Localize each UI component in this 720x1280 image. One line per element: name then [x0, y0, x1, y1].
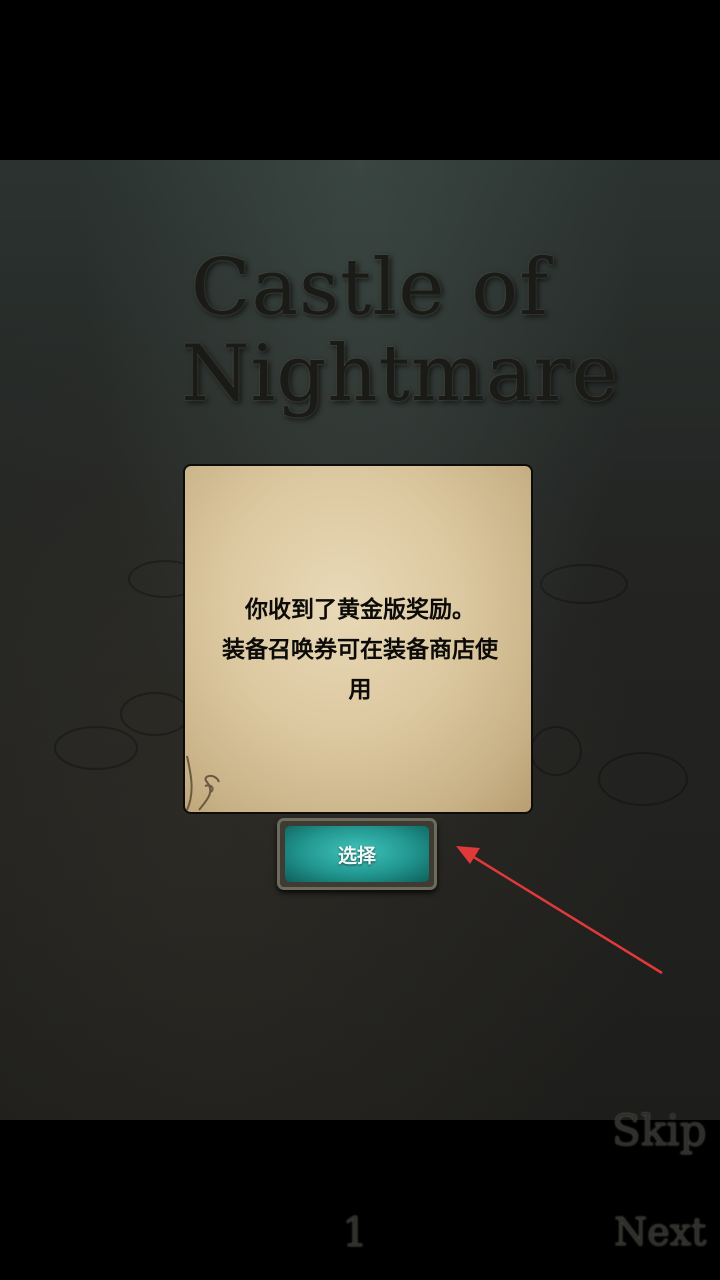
page-number: 1 — [342, 1210, 368, 1256]
reward-message-line1: 你收到了黄金版奖励。 — [245, 597, 475, 623]
map-doodle-far-right — [598, 752, 688, 806]
map-doodle-left-lower — [120, 692, 190, 736]
reward-message: 你收到了黄金版奖励。 装备召唤券可在装备商店使 用 — [195, 590, 525, 710]
scroll-curl-icon — [186, 755, 220, 811]
reward-message-line3: 用 — [348, 677, 372, 703]
map-doodle-right-lower — [530, 726, 582, 776]
reward-dialog: 你收到了黄金版奖励。 装备召唤券可在装备商店使 用 — [183, 464, 533, 814]
reward-message-line2: 装备召唤券可在装备商店使 — [222, 637, 498, 663]
skip-button[interactable]: Skip — [612, 1106, 707, 1155]
top-black-bar — [0, 0, 720, 160]
game-title-line1: Castle of — [190, 243, 550, 333]
map-doodle-right — [540, 564, 628, 604]
game-title-line2: Nightmare — [181, 329, 619, 419]
select-button-label: 选择 — [337, 844, 376, 867]
next-button[interactable]: Next — [614, 1210, 706, 1254]
select-button-face[interactable]: 选择 — [285, 826, 429, 882]
select-button[interactable]: 选择 — [277, 818, 437, 890]
map-doodle-far-left — [54, 726, 138, 770]
